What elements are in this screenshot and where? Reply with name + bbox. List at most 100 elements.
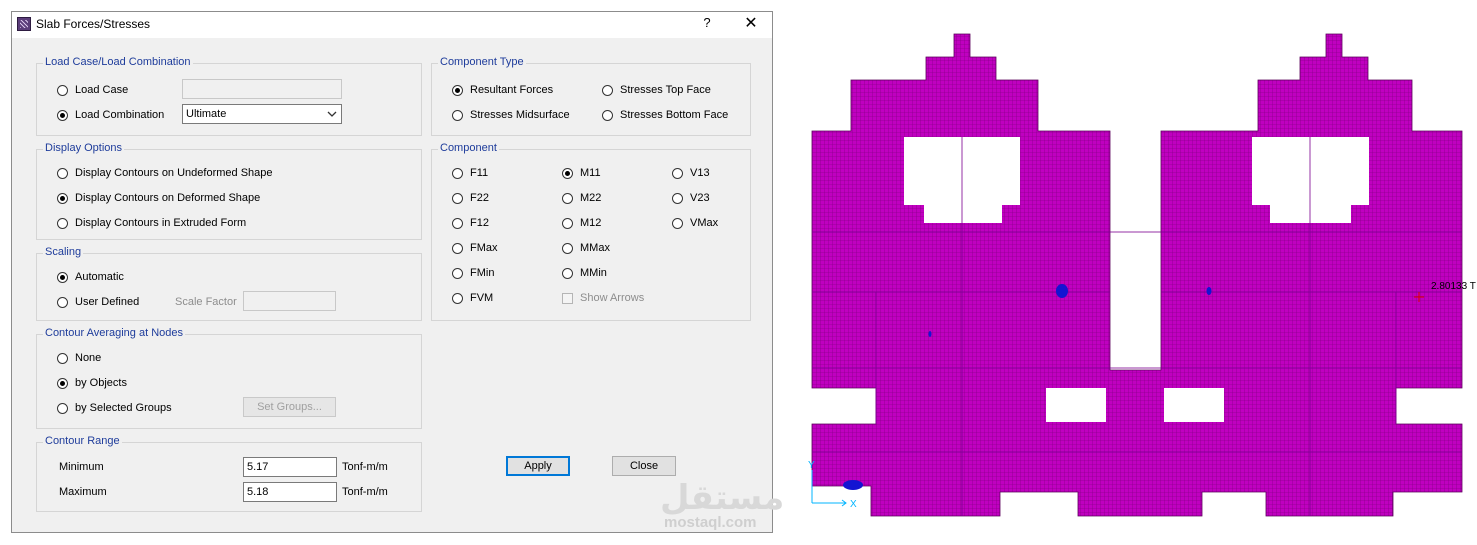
show-arrows-checkbox[interactable]: Show Arrows (562, 290, 644, 306)
load-combination-radio[interactable]: Load Combination (57, 107, 164, 123)
load-case-group: Load Case/Load Combination Load Case Loa… (36, 56, 422, 136)
radio-circle[interactable] (602, 109, 613, 121)
radio-label: Display Contours in Extruded Form (75, 217, 247, 229)
component-v23-radio[interactable]: V23 (672, 190, 710, 206)
radio-circle[interactable] (562, 217, 573, 229)
load-case-radio-circle[interactable] (57, 84, 68, 96)
radio-circle[interactable] (672, 217, 683, 229)
component-fvm-radio[interactable]: FVM (452, 290, 493, 306)
resultant-forces-radio[interactable]: Resultant Forces (452, 82, 553, 98)
contour-averaging-label: Contour Averaging at Nodes (43, 327, 185, 339)
radio-circle[interactable] (452, 242, 463, 254)
contour-hotspot (928, 331, 932, 337)
radio-label: by Objects (75, 377, 127, 389)
app-icon (17, 17, 31, 31)
component-fmin-radio[interactable]: FMin (452, 265, 494, 281)
radio-circle[interactable] (452, 267, 463, 279)
scaling-group: Scaling Automatic User Defined Scale Fac… (36, 246, 422, 321)
opening-notch (1351, 205, 1369, 223)
minimum-field[interactable]: 5.17 (243, 457, 337, 477)
radio-circle[interactable] (57, 377, 68, 389)
scaling-user-defined-radio[interactable]: User Defined (57, 294, 139, 310)
slab-forces-dialog: Slab Forces/Stresses ? ✕ Load Case/Load … (11, 11, 773, 533)
maximum-field[interactable]: 5.18 (243, 482, 337, 502)
component-group: Component F11 F22 F12 FMax FMin FVM M11 … (431, 142, 751, 321)
radio-circle[interactable] (452, 292, 463, 304)
slab-contour-plot: X Y 2.80133 T (808, 33, 1476, 517)
component-vmax-radio[interactable]: VMax (672, 215, 718, 231)
set-groups-button[interactable]: Set Groups... (243, 397, 336, 417)
apply-button[interactable]: Apply (506, 456, 570, 476)
load-combination-value: Ultimate (186, 108, 227, 120)
radio-circle[interactable] (57, 192, 68, 204)
component-v13-radio[interactable]: V13 (672, 165, 710, 181)
radio-label: Stresses Bottom Face (620, 109, 729, 121)
radio-label: F22 (470, 192, 489, 204)
axis-y-label: Y (808, 460, 815, 471)
title-bar[interactable]: Slab Forces/Stresses ? ✕ (12, 12, 772, 38)
close-window-icon[interactable]: ✕ (738, 13, 764, 35)
radio-circle[interactable] (452, 109, 463, 121)
component-f12-radio[interactable]: F12 (452, 215, 489, 231)
scaling-automatic-radio[interactable]: Automatic (57, 269, 124, 285)
radio-circle[interactable] (452, 192, 463, 204)
component-m22-radio[interactable]: M22 (562, 190, 601, 206)
radio-circle[interactable] (57, 296, 68, 308)
radio-circle[interactable] (452, 217, 463, 229)
opening-notch (1252, 205, 1270, 223)
averaging-by-objects-radio[interactable]: by Objects (57, 375, 127, 391)
component-m11-radio[interactable]: M11 (562, 165, 601, 181)
component-m12-radio[interactable]: M12 (562, 215, 601, 231)
component-fmax-radio[interactable]: FMax (452, 240, 498, 256)
component-f11-radio[interactable]: F11 (452, 165, 488, 181)
radio-circle[interactable] (672, 167, 683, 179)
radio-circle[interactable] (672, 192, 683, 204)
radio-circle[interactable] (57, 352, 68, 364)
radio-circle[interactable] (57, 217, 68, 229)
component-mmax-radio[interactable]: MMax (562, 240, 610, 256)
display-options-label: Display Options (43, 142, 125, 154)
stresses-bottom-radio[interactable]: Stresses Bottom Face (602, 107, 728, 123)
radio-label: Display Contours on Undeformed Shape (75, 167, 273, 179)
load-case-radio[interactable]: Load Case (57, 82, 128, 98)
stresses-mid-radio[interactable]: Stresses Midsurface (452, 107, 570, 123)
radio-circle[interactable] (57, 167, 68, 179)
contour-hotspot (843, 480, 863, 490)
radio-label: Display Contours on Deformed Shape (75, 192, 261, 204)
display-deformed-radio[interactable]: Display Contours on Deformed Shape (57, 190, 260, 206)
radio-circle[interactable] (562, 167, 573, 179)
stresses-top-radio[interactable]: Stresses Top Face (602, 82, 711, 98)
load-combination-radio-circle[interactable] (57, 109, 68, 121)
radio-label: M12 (580, 217, 602, 229)
model-canvas[interactable]: X Y 2.80133 T (776, 0, 1477, 545)
radio-label: VMax (690, 217, 719, 229)
averaging-by-groups-radio[interactable]: by Selected Groups (57, 400, 172, 416)
radio-circle[interactable] (57, 402, 68, 414)
load-combination-select[interactable]: Ultimate (182, 104, 342, 124)
averaging-none-radio[interactable]: None (57, 350, 101, 366)
scaling-label: Scaling (43, 246, 84, 258)
radio-circle[interactable] (602, 84, 613, 96)
radio-circle[interactable] (562, 192, 573, 204)
radio-circle[interactable] (57, 271, 68, 283)
display-extruded-radio[interactable]: Display Contours in Extruded Form (57, 215, 246, 231)
component-f22-radio[interactable]: F22 (452, 190, 489, 206)
radio-circle[interactable] (562, 242, 573, 254)
scale-factor-field[interactable] (243, 291, 336, 311)
load-case-field[interactable] (182, 79, 342, 99)
radio-circle[interactable] (562, 267, 573, 279)
radio-label: Resultant Forces (470, 84, 554, 96)
opening-notch (904, 205, 924, 223)
component-mmin-radio[interactable]: MMin (562, 265, 607, 281)
radio-circle[interactable] (452, 167, 463, 179)
radio-circle[interactable] (452, 84, 463, 96)
display-undeformed-radio[interactable]: Display Contours on Undeformed Shape (57, 165, 273, 181)
radio-label: Stresses Top Face (620, 84, 711, 96)
maximum-unit: Tonf-m/m (342, 486, 388, 498)
close-button[interactable]: Close (612, 456, 676, 476)
checkbox-box[interactable] (562, 292, 573, 304)
help-button[interactable]: ? (700, 15, 714, 30)
radio-label: by Selected Groups (75, 402, 172, 414)
component-type-group: Component Type Resultant Forces Stresses… (431, 56, 751, 136)
load-case-group-label: Load Case/Load Combination (43, 56, 193, 68)
